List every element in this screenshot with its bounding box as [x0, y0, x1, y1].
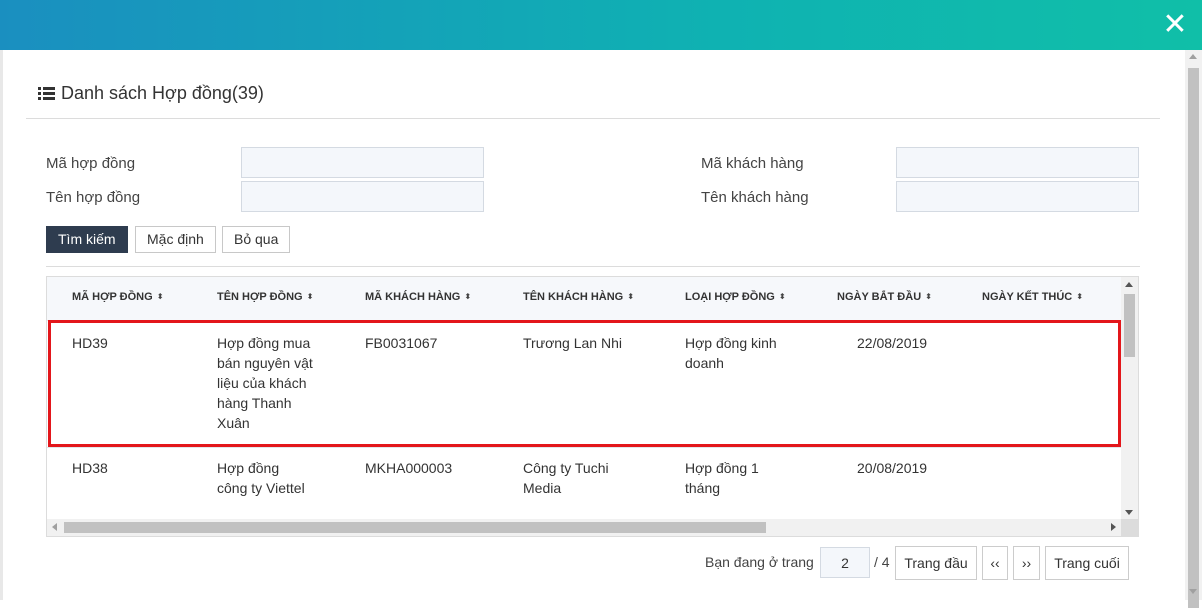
prev-page-button[interactable]: ‹‹	[982, 546, 1008, 580]
page-scroll-thumb[interactable]	[1188, 68, 1199, 608]
table-horizontal-scrollbar[interactable]	[47, 519, 1121, 536]
sort-icon[interactable]: ⬍	[627, 292, 634, 301]
contract-name-label: Tên hợp đồng	[46, 189, 141, 206]
cell-contract-code: HD38	[72, 460, 108, 476]
close-icon[interactable]: ✕	[1160, 10, 1190, 40]
scroll-down-arrow-icon[interactable]	[1125, 510, 1133, 515]
cell-contract-name: Hợp đồng công ty Viettel	[217, 460, 305, 496]
scroll-down-arrow-icon[interactable]	[1189, 589, 1197, 594]
filter-divider	[46, 266, 1140, 267]
table-row[interactable]: HD38 Hợp đồng công ty Viettel MKHA000003…	[47, 447, 1121, 519]
cell-customer-name: Trương Lan Nhi	[523, 335, 622, 351]
column-header-customer-code[interactable]: MÃ KHÁCH HÀNG ⬍	[365, 291, 471, 303]
column-header-end-date[interactable]: NGÀY KẾT THÚC ⬍	[982, 291, 1083, 303]
sort-icon[interactable]: ⬍	[779, 292, 786, 301]
dialog-header: ✕	[0, 0, 1202, 50]
cell-contract-code: HD39	[72, 335, 108, 351]
search-button[interactable]: Tìm kiếm	[46, 226, 128, 253]
customer-name-input[interactable]	[896, 181, 1139, 212]
customer-name-label: Tên khách hàng	[701, 189, 809, 206]
cell-start-date: 20/08/2019	[857, 460, 928, 476]
scroll-up-arrow-icon[interactable]	[1125, 282, 1133, 287]
column-header-start-date[interactable]: NGÀY BẮT ĐẦU ⬍	[837, 291, 932, 303]
contract-code-label: Mã hợp đồng	[46, 155, 136, 172]
table-vscroll-thumb[interactable]	[1124, 294, 1135, 357]
cell-customer-code: FB0031067	[365, 335, 438, 351]
table-header: MÃ HỢP ĐỒNG ⬍ TÊN HỢP ĐỒNG ⬍ MÃ KHÁCH HÀNG…	[47, 277, 1121, 321]
cell-customer-name: Công ty Tuchi Media	[523, 460, 609, 496]
sort-icon[interactable]: ⬍	[1076, 292, 1083, 301]
skip-button[interactable]: Bỏ qua	[222, 226, 291, 253]
table-row[interactable]: HD39 Hợp đồng mua bán nguyên vật liệu củ…	[47, 322, 1121, 446]
pager-prefix: Bạn đang ở trang	[705, 554, 814, 570]
contract-code-input[interactable]	[241, 147, 484, 178]
next-page-button[interactable]: ››	[1013, 546, 1040, 580]
default-button[interactable]: Mặc định	[135, 226, 216, 253]
table-vertical-scrollbar[interactable]	[1121, 277, 1138, 519]
page-title: Danh sách Hợp đồng(39)	[61, 82, 264, 103]
scrollbar-corner	[1121, 519, 1138, 536]
title-divider	[26, 118, 1160, 119]
dialog-title: Danh sách Hợp đồng(39)	[38, 81, 264, 105]
customer-code-input[interactable]	[896, 147, 1139, 178]
scroll-up-arrow-icon[interactable]	[1189, 54, 1197, 59]
list-icon	[38, 86, 55, 100]
page-scrollbar[interactable]	[1185, 50, 1202, 608]
customer-code-label: Mã khách hàng	[701, 155, 804, 172]
page-number-input[interactable]	[820, 547, 870, 578]
contract-name-input[interactable]	[241, 181, 484, 212]
column-header-contract-type[interactable]: LOẠI HỢP ĐỒNG ⬍	[685, 291, 786, 303]
table-hscroll-thumb[interactable]	[64, 522, 766, 533]
column-header-customer-name[interactable]: TÊN KHÁCH HÀNG ⬍	[523, 291, 634, 303]
sort-icon[interactable]: ⬍	[925, 292, 932, 301]
first-page-button[interactable]: Trang đầu	[895, 546, 977, 580]
sort-icon[interactable]: ⬍	[157, 292, 164, 301]
scroll-left-arrow-icon[interactable]	[52, 523, 57, 531]
sort-icon[interactable]: ⬍	[464, 292, 471, 301]
last-page-button[interactable]: Trang cuối	[1045, 546, 1129, 580]
cell-contract-type: Hợp đồng kinh doanh	[685, 335, 777, 371]
contract-table: MÃ HỢP ĐỒNG ⬍ TÊN HỢP ĐỒNG ⬍ MÃ KHÁCH HÀNG…	[46, 276, 1139, 537]
cell-contract-type: Hợp đồng 1 tháng	[685, 460, 759, 496]
column-header-contract-name[interactable]: TÊN HỢP ĐỒNG ⬍	[217, 291, 313, 303]
column-header-contract-code[interactable]: MÃ HỢP ĐỒNG ⬍	[72, 291, 163, 303]
pager-total: / 4	[874, 554, 890, 570]
sort-icon[interactable]: ⬍	[307, 292, 314, 301]
scroll-right-arrow-icon[interactable]	[1111, 523, 1116, 531]
cell-start-date: 22/08/2019	[857, 335, 928, 351]
cell-contract-name: Hợp đồng mua bán nguyên vật liệu của khá…	[217, 335, 313, 431]
cell-customer-code: MKHA000003	[365, 460, 453, 476]
backdrop-strip	[0, 50, 3, 600]
